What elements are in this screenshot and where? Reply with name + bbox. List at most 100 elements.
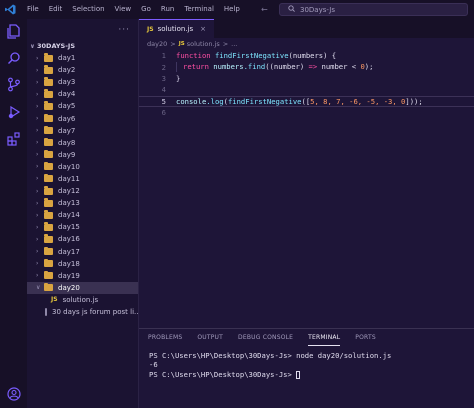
activity-bar [0,19,27,408]
account-icon[interactable] [5,385,22,402]
menu-file[interactable]: File [22,0,44,19]
code-text: ); [364,62,374,72]
folder-icon [44,173,53,183]
chevron-right-icon: › [36,127,39,135]
source-control-icon[interactable] [5,76,22,93]
tab-debug-console[interactable]: DEBUG CONSOLE [238,329,293,346]
run-debug-icon[interactable] [5,103,22,120]
tree-folder-day18[interactable]: › day18 [27,258,138,270]
folder-icon [44,89,53,98]
chevron-right-icon: › [36,151,39,159]
line-number: 5 [161,96,166,106]
tree-folder-day13[interactable]: › day13 [27,197,138,209]
folder-label: day2 [58,66,76,75]
chevron-right-icon: › [36,66,39,74]
function-name: findFirstNegative [210,51,289,61]
workspace-root[interactable]: ∨ 30DAYS-JS [27,40,138,52]
menu-selection[interactable]: Selection [67,0,109,19]
chevron-right-icon: › [36,223,39,231]
extensions-icon[interactable] [5,130,22,147]
explorer-icon[interactable] [5,23,22,40]
code-line: 4 [139,84,474,95]
chevron-right-icon: › [36,187,39,195]
tree-folder-day17[interactable]: › day17 [27,246,138,258]
terminal[interactable]: PS C:\Users\HP\Desktop\30Days-Js> node d… [139,346,474,379]
tree-folder-day4[interactable]: › day4 [27,88,138,100]
tab-solution-js[interactable]: JS solution.js × [139,19,214,38]
line-number: 1 [161,51,166,61]
tree-folder-day6[interactable]: › day6 [27,112,138,124]
folder-label: day15 [58,223,80,232]
folder-label: day8 [58,138,76,147]
command-center-search[interactable]: 30Days-Js [279,3,468,16]
code-text: ])); [405,96,423,106]
tree-folder-day14[interactable]: › day14 [27,209,138,221]
chevron-right-icon: › [36,78,39,86]
chevron-down-icon: ∨ [36,284,41,292]
tree-folder-day5[interactable]: › day5 [27,100,138,112]
terminal-cursor [296,370,301,379]
chevron-right-icon: › [36,163,39,171]
tree-folder-day12[interactable]: › day12 [27,185,138,197]
tree-folder-day19[interactable]: › day19 [27,270,138,282]
breadcrumb-symbol[interactable]: ... [231,40,237,48]
menu-run[interactable]: Run [156,0,179,19]
chevron-right-icon: › [36,175,39,183]
close-icon[interactable]: × [200,25,206,33]
method: .log [206,96,224,106]
identifier: numbers [208,62,244,72]
folder-label: day18 [58,259,80,268]
breadcrumb-separator: > [170,39,176,48]
tab-terminal[interactable]: TERMINAL [308,329,341,346]
menu-help[interactable]: Help [219,0,245,19]
chevron-right-icon: › [36,211,39,219]
folder-icon [44,258,53,268]
menu-go[interactable]: Go [136,0,156,19]
folder-list: › day1 › day2 › day3 › day4 › day5 › day6 › day7 › day8… [27,52,138,282]
tree-folder-day7[interactable]: › day7 [27,125,138,137]
tab-ports[interactable]: PORTS [355,329,376,346]
line-number: 3 [161,73,166,83]
tree-file-solution[interactable]: JS solution.js [27,294,138,306]
tree-folder-day15[interactable]: › day15 [27,221,138,233]
search-icon[interactable] [5,49,22,66]
folder-icon [44,210,53,219]
file-label: solution.js [62,295,99,304]
tree-folder-day16[interactable]: › day16 [27,233,138,245]
tree-folder-day10[interactable]: › day10 [27,161,138,173]
menu-edit[interactable]: Edit [44,0,68,19]
tree-folder-day20[interactable]: ∨ day20 [27,281,138,294]
back-arrow-icon[interactable]: ← [261,5,268,14]
folder-label: day20 [58,283,80,292]
breadcrumb-file[interactable]: solution.js [187,40,220,48]
folder-label: day11 [58,174,80,183]
tree-folder-day3[interactable]: › day3 [27,76,138,88]
breadcrumb-folder[interactable]: day20 [147,40,167,48]
js-file-icon: JS [178,40,185,47]
code-line: 1 function findFirstNegative(numbers) { [139,50,474,61]
menu-bar: File Edit Selection View Go Run Terminal… [22,0,245,19]
folder-icon [44,161,53,171]
menu-terminal[interactable]: Terminal [179,0,219,19]
tab-output[interactable]: OUTPUT [197,329,223,346]
method: .find [243,62,266,72]
folder-icon [44,198,53,207]
tree-file-forum-post[interactable]: 30 days js forum post li... [27,306,138,318]
line-number: 6 [161,108,166,118]
tree-folder-day8[interactable]: › day8 [27,137,138,149]
tree-folder-day2[interactable]: › day2 [27,64,138,76]
more-actions-icon[interactable]: ··· [118,25,130,35]
menu-view[interactable]: View [110,0,137,19]
code-editor[interactable]: 1 function findFirstNegative(numbers) { … [139,50,474,118]
document-icon [45,308,47,317]
terminal-output: -6 [149,360,158,370]
folder-icon [44,270,53,280]
tree-folder-day11[interactable]: › day11 [27,173,138,185]
folder-icon [44,137,53,147]
tab-problems[interactable]: PROBLEMS [148,329,182,346]
folder-icon [44,246,53,256]
file-label: 30 days js forum post li... [52,308,138,317]
tree-folder-day9[interactable]: › day9 [27,149,138,161]
folder-label: day19 [58,271,80,280]
tree-folder-day1[interactable]: › day1 [27,52,138,64]
